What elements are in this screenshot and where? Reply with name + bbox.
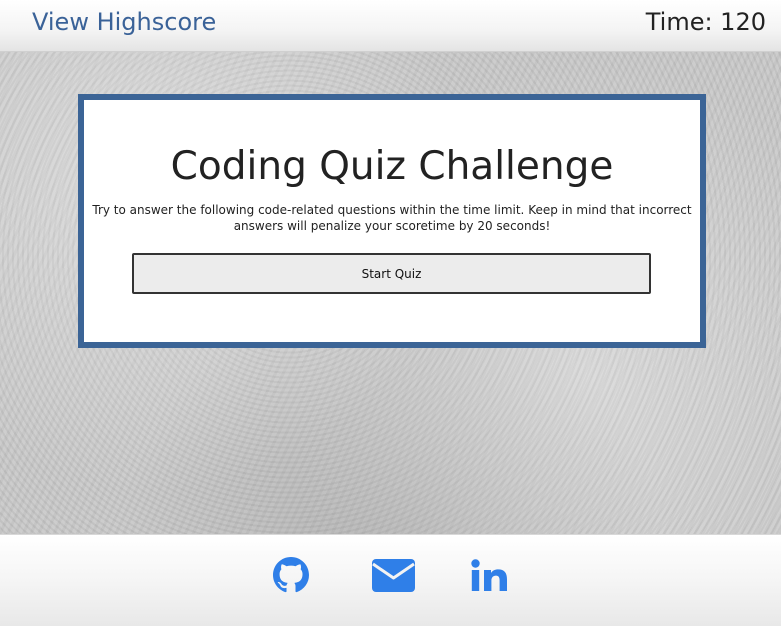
quiz-title: Coding Quiz Challenge <box>170 144 614 189</box>
quiz-instructions: Try to answer the following code-related… <box>92 203 692 233</box>
start-quiz-button[interactable]: Start Quiz <box>132 253 651 294</box>
github-link[interactable] <box>273 557 309 593</box>
top-header: View Highscore Time: 120 <box>0 0 781 52</box>
email-link[interactable] <box>372 559 415 592</box>
timer-display: Time: 120 <box>645 8 766 36</box>
quiz-intro-card: Coding Quiz Challenge Try to answer the … <box>78 94 706 348</box>
github-icon <box>273 557 309 593</box>
linkedin-icon <box>471 559 508 592</box>
footer <box>0 534 781 626</box>
envelope-icon <box>372 559 415 592</box>
view-highscore-link[interactable]: View Highscore <box>32 8 216 36</box>
linkedin-link[interactable] <box>471 559 508 592</box>
